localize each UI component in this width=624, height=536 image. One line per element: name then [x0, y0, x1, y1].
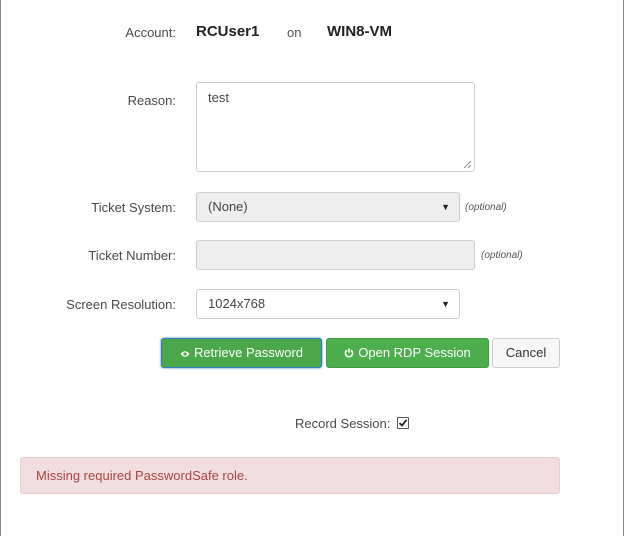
checkmark-icon [398, 419, 408, 427]
chevron-down-icon: ▼ [441, 299, 450, 309]
cancel-label: Cancel [505, 345, 547, 360]
ticket-system-optional-hint: (optional) [465, 202, 507, 213]
ticket-number-label: Ticket Number: [88, 248, 176, 263]
ticket-system-value: (None) [208, 199, 248, 214]
account-user: RCUser1 [196, 23, 260, 40]
open-rdp-session-button[interactable]: Open RDP Session [326, 338, 489, 368]
record-session-label: Record Session: [295, 416, 391, 431]
ticket-system-select[interactable]: (None) ▼ [196, 192, 460, 222]
reason-label: Reason: [127, 93, 176, 108]
ticket-system-label: Ticket System: [91, 200, 176, 215]
reason-textarea[interactable]: test [196, 82, 475, 172]
screen-resolution-select[interactable]: 1024x768 ▼ [196, 289, 460, 319]
retrieve-password-button[interactable]: Retrieve Password [161, 338, 322, 368]
eye-icon [180, 341, 190, 369]
ticket-number-optional-hint: (optional) [481, 250, 523, 261]
screen-resolution-value: 1024x768 [208, 296, 266, 311]
session-request-form: Account: RCUser1 on WIN8-VM Reason: test… [0, 0, 624, 536]
error-alert-message: Missing required PasswordSafe role. [36, 468, 248, 483]
resize-grip-icon[interactable] [463, 160, 472, 169]
record-session-checkbox[interactable] [397, 417, 409, 429]
account-label: Account: [125, 25, 176, 40]
error-alert: Missing required PasswordSafe role. [20, 457, 560, 494]
chevron-down-icon: ▼ [441, 202, 450, 212]
retrieve-password-label: Retrieve Password [193, 345, 304, 360]
account-on-text: on [287, 25, 302, 40]
power-icon [344, 341, 354, 369]
open-rdp-session-label: Open RDP Session [358, 345, 471, 360]
reason-value: test [208, 90, 229, 105]
screen-resolution-label: Screen Resolution: [66, 297, 176, 312]
cancel-button[interactable]: Cancel [492, 338, 560, 368]
account-host: WIN8-VM [327, 23, 392, 40]
ticket-number-input[interactable] [196, 240, 475, 270]
